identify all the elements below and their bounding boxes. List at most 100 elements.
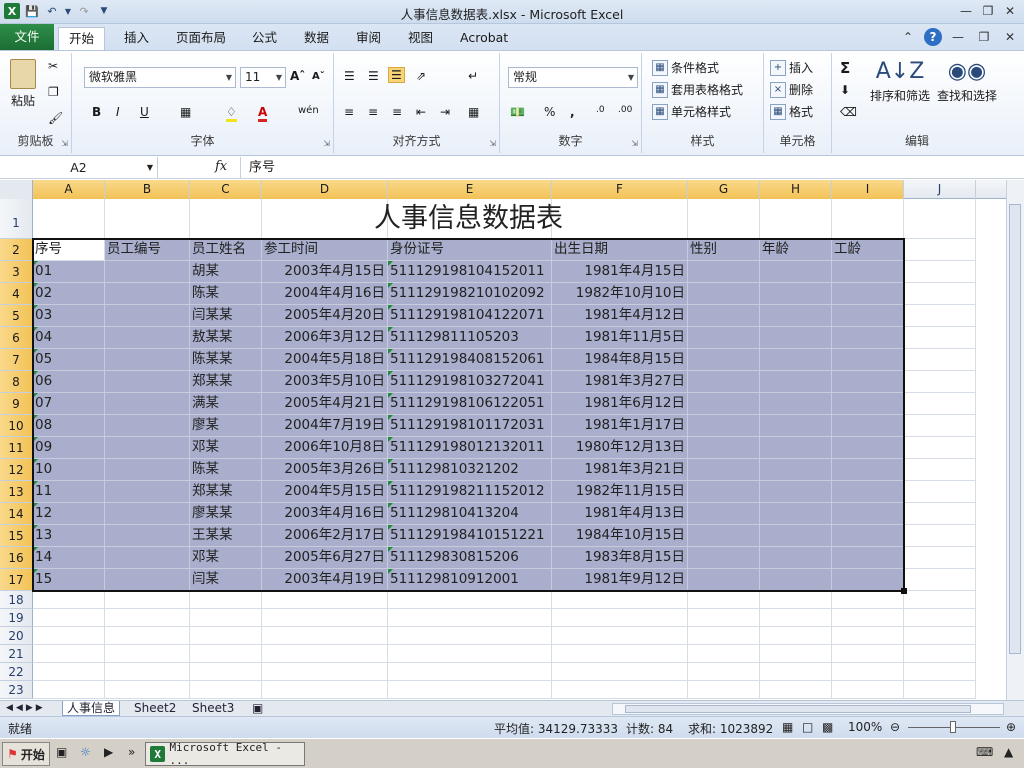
grid-cell[interactable] [904,591,976,609]
header-cell[interactable]: 工龄 [832,239,904,261]
insert-cells-button[interactable]: + 插入 [770,59,813,76]
grid-cell[interactable] [552,591,688,609]
data-cell[interactable]: 陈某某 [190,349,262,371]
zoom-in-icon[interactable]: ⊕ [1006,720,1016,734]
data-cell[interactable] [832,327,904,349]
data-cell[interactable] [832,283,904,305]
data-cell[interactable]: 05 [33,349,105,371]
data-cell[interactable]: 1981年4月13日 [552,503,688,525]
row-header[interactable]: 15 [0,525,33,547]
data-cell[interactable]: 511129198408152061 [388,349,552,371]
phonetic-icon[interactable]: wén [298,105,319,116]
data-cell[interactable] [688,393,760,415]
data-cell[interactable] [688,305,760,327]
header-cell[interactable]: 年龄 [760,239,832,261]
data-cell[interactable]: 511129198012132011 [388,437,552,459]
grid-cell[interactable] [832,645,904,663]
data-cell[interactable] [760,349,832,371]
percent-icon[interactable]: % [544,105,555,119]
grid-cell[interactable] [190,663,262,681]
data-cell[interactable]: 满某 [190,393,262,415]
merge-center-icon[interactable]: ▦ [468,105,479,119]
grid-cell[interactable] [904,645,976,663]
data-cell[interactable] [832,459,904,481]
number-format-combo[interactable]: 常规 ▼ [508,67,638,88]
grid-cell[interactable] [904,415,976,437]
grid-cell[interactable] [388,681,552,699]
data-cell[interactable]: 2004年7月19日 [262,415,388,437]
column-header[interactable]: J [904,180,976,199]
tab-insert[interactable]: 插入 [114,27,159,50]
row-header[interactable]: 2 [0,239,33,261]
font-name-combo[interactable]: 微软雅黑 ▼ [84,67,236,88]
data-cell[interactable]: 2006年3月12日 [262,327,388,349]
data-cell[interactable] [760,569,832,591]
autosum-icon[interactable]: Σ [840,59,850,77]
data-cell[interactable]: 2005年4月20日 [262,305,388,327]
row-header[interactable]: 23 [0,681,33,699]
close-icon[interactable]: ✕ [1000,2,1020,20]
grid-cell[interactable] [904,305,976,327]
grid-cell[interactable] [904,283,976,305]
start-button[interactable]: ⚑ 开始 [2,742,50,766]
grid-cell[interactable] [688,627,760,645]
grid-cell[interactable] [190,627,262,645]
column-header[interactable]: D [262,180,388,199]
data-cell[interactable] [688,481,760,503]
tab-page-layout[interactable]: 页面布局 [166,27,236,50]
zoom-out-icon[interactable]: ⊖ [890,720,900,734]
grid-cell[interactable] [105,681,190,699]
row-header[interactable]: 14 [0,503,33,525]
grid-cell[interactable] [33,609,105,627]
grid-cell[interactable] [552,627,688,645]
grid-cell[interactable] [33,681,105,699]
border-icon[interactable]: ▦ [180,105,191,119]
grid-cell[interactable] [688,681,760,699]
comma-icon[interactable]: , [570,105,575,119]
fill-handle[interactable] [901,588,907,594]
grid-cell[interactable] [105,627,190,645]
grid-cell[interactable] [33,663,105,681]
row-header[interactable]: 11 [0,437,33,459]
data-cell[interactable] [832,437,904,459]
data-cell[interactable]: 邓某 [190,547,262,569]
data-cell[interactable]: 廖某 [190,415,262,437]
grid-cell[interactable] [552,609,688,627]
data-cell[interactable]: 1981年6月12日 [552,393,688,415]
data-cell[interactable]: 1984年8月15日 [552,349,688,371]
data-cell[interactable] [105,283,190,305]
data-cell[interactable]: 2004年5月18日 [262,349,388,371]
page-layout-view-icon[interactable]: □ [802,720,813,734]
cut-icon[interactable]: ✂ [48,59,58,73]
grid-cell[interactable] [832,663,904,681]
data-cell[interactable] [760,547,832,569]
zoom-slider-thumb[interactable] [950,721,956,733]
data-cell[interactable] [832,305,904,327]
row-header[interactable]: 18 [0,591,33,609]
grid-cell[interactable] [552,681,688,699]
data-cell[interactable]: 07 [33,393,105,415]
tab-review[interactable]: 审阅 [346,27,391,50]
grid-cell[interactable] [904,609,976,627]
data-cell[interactable]: 1981年4月12日 [552,305,688,327]
header-cell[interactable]: 参工时间 [262,239,388,261]
increase-decimal-icon[interactable]: .0 [596,105,605,115]
clear-icon[interactable]: ⌫ [840,105,857,119]
data-cell[interactable] [105,525,190,547]
data-cell[interactable]: 2003年4月19日 [262,569,388,591]
row-header[interactable]: 21 [0,645,33,663]
data-cell[interactable]: 陈某 [190,459,262,481]
data-cell[interactable] [688,371,760,393]
data-cell[interactable]: 511129198106122051 [388,393,552,415]
data-cell[interactable]: 1983年8月15日 [552,547,688,569]
grid-cell[interactable] [388,663,552,681]
data-cell[interactable] [688,261,760,283]
sheet-nav-icon[interactable]: ◀◀▶▶ [2,701,50,716]
align-middle-icon[interactable]: ☰ [368,69,379,83]
grid-cell[interactable] [904,393,976,415]
data-cell[interactable]: 06 [33,371,105,393]
underline-icon[interactable]: U [140,105,149,119]
data-cell[interactable] [760,393,832,415]
grid-cell[interactable] [688,591,760,609]
clipboard-launcher-icon[interactable]: ⇲ [61,139,68,148]
